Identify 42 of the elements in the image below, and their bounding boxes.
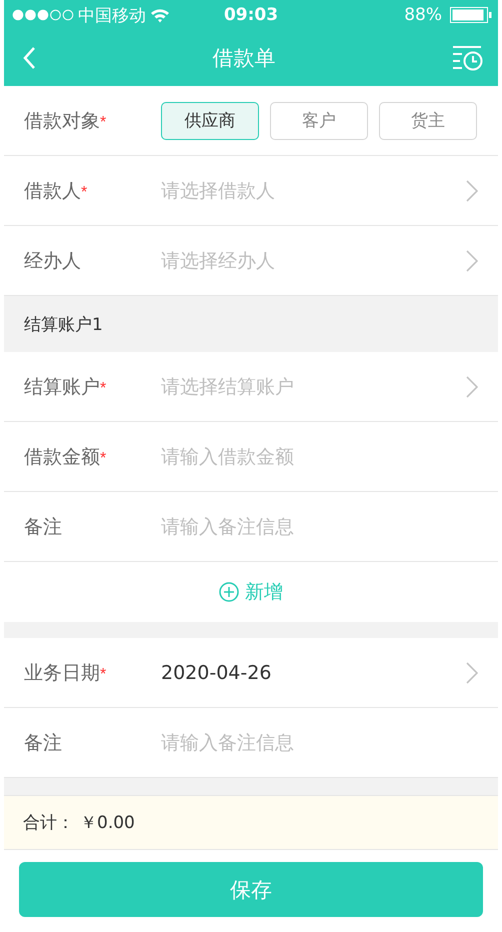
total-amount: ￥0.00 xyxy=(80,812,135,834)
input-field[interactable]: 请选择经办人 xyxy=(161,250,466,272)
page-title: 借款单 xyxy=(212,45,276,72)
input-field[interactable]: 请输入备注信息 xyxy=(161,732,478,754)
carrier-name: 中国移动 xyxy=(78,4,146,26)
signal-icon xyxy=(12,9,74,21)
option-button[interactable]: 供应商 xyxy=(161,102,259,140)
input-field[interactable]: 请输入备注信息 xyxy=(161,516,478,538)
chevron-right-icon xyxy=(466,376,478,398)
list-clock-icon xyxy=(452,45,484,71)
total-label: 合计： xyxy=(23,812,74,834)
battery-percent: 88% xyxy=(404,5,442,25)
option-button[interactable]: 货主 xyxy=(379,102,477,140)
chevron-right-icon xyxy=(466,180,478,202)
field-value[interactable]: 2020-04-26 xyxy=(161,662,466,684)
chevron-left-icon xyxy=(22,46,36,70)
field-label: 借款金额* xyxy=(24,444,108,470)
required-mark: * xyxy=(100,450,106,466)
section-title: 结算账户1 xyxy=(24,314,103,336)
option-button[interactable]: 客户 xyxy=(270,102,368,140)
field-label: 借款人* xyxy=(24,178,88,204)
field-label: 经办人 xyxy=(24,248,82,274)
chevron-right-icon xyxy=(466,250,478,272)
field-label: 业务日期* xyxy=(24,660,108,686)
field-label: 备注 xyxy=(24,514,63,540)
input-field[interactable]: 请输入借款金额 xyxy=(161,446,478,468)
status-time: 09:03 xyxy=(224,5,278,25)
input-field[interactable]: 请选择结算账户 xyxy=(161,376,466,398)
battery-icon xyxy=(450,7,492,23)
add-button[interactable]: 新增 xyxy=(213,578,289,606)
required-mark: * xyxy=(100,114,106,130)
field-label: 借款对象* xyxy=(24,108,108,134)
field-label: 结算账户* xyxy=(24,374,108,400)
wifi-icon xyxy=(150,8,170,22)
plus-circle-icon xyxy=(219,582,239,602)
input-field[interactable]: 请选择借款人 xyxy=(161,180,466,202)
required-mark: * xyxy=(100,380,106,396)
field-label: 备注 xyxy=(24,730,63,756)
required-mark: * xyxy=(100,666,106,682)
save-button[interactable]: 保存 xyxy=(19,862,483,917)
chevron-right-icon xyxy=(466,662,478,684)
required-mark: * xyxy=(81,184,88,200)
